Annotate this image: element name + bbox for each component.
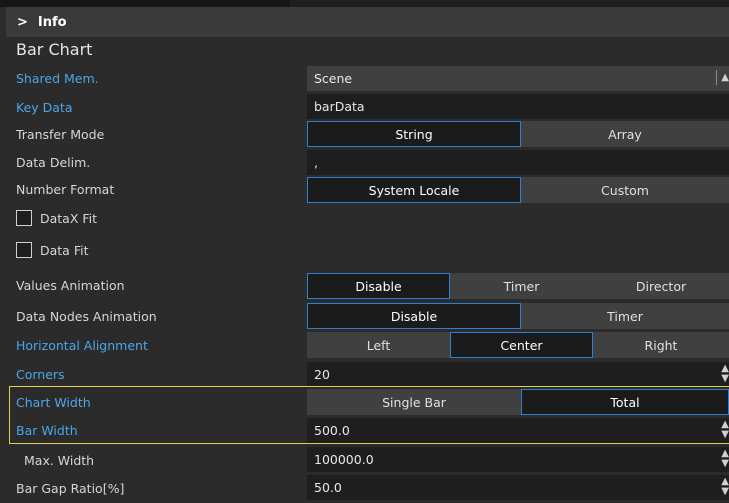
number-format-toggle: System Locale Custom — [307, 177, 729, 203]
spinner-arrows-icon[interactable]: ▲ ▼ — [721, 364, 729, 384]
values-animation-timer-button[interactable]: Timer — [450, 273, 593, 299]
max-width-value: 100000.0 — [314, 452, 374, 467]
corners-value: 20 — [314, 367, 330, 382]
chart-width-single-bar-button[interactable]: Single Bar — [307, 389, 521, 415]
data-delim-input[interactable]: , — [307, 150, 729, 175]
data-nodes-animation-toggle: Disable Timer — [307, 303, 729, 329]
bar-gap-ratio-input[interactable]: 50.0 ▲ ▼ — [307, 475, 729, 500]
data-nodes-animation-row: Data Nodes Animation — [16, 302, 157, 330]
bar-gap-ratio-row: Bar Gap Ratio[%] — [16, 474, 124, 502]
chart-width-total-button[interactable]: Total — [521, 389, 729, 415]
horizontal-alignment-right-button[interactable]: Right — [593, 332, 729, 358]
transfer-mode-array-button[interactable]: Array — [521, 121, 729, 147]
horizontal-alignment-toggle: Left Center Right — [307, 332, 729, 358]
corners-input[interactable]: 20 ▲ ▼ — [307, 362, 729, 387]
data-delim-value: , — [314, 155, 318, 170]
data-fit-checkbox[interactable] — [16, 242, 32, 258]
values-animation-toggle: Disable Timer Director — [307, 273, 729, 299]
key-data-value: barData — [314, 99, 365, 114]
section-title: Bar Chart — [16, 40, 93, 59]
transfer-mode-string-button[interactable]: String — [307, 121, 521, 147]
values-animation-row: Values Animation — [16, 271, 125, 299]
shared-mem-value: Scene — [314, 71, 353, 86]
corners-row: Corners — [16, 360, 65, 388]
max-width-row: Max. Width — [24, 446, 94, 474]
chevron-right-icon: > — [17, 14, 28, 30]
values-animation-disable-button[interactable]: Disable — [307, 273, 450, 299]
bar-width-value: 500.0 — [314, 423, 350, 438]
max-width-label: Max. Width — [24, 452, 95, 468]
key-data-row: Key Data — [16, 93, 72, 121]
key-data-input[interactable]: barData — [307, 94, 729, 119]
shared-mem-dropdown[interactable]: Scene ▲ — [307, 66, 729, 91]
bar-gap-ratio-value: 50.0 — [314, 480, 342, 495]
bar-width-label: Bar Width — [16, 422, 78, 438]
spinner-arrows-icon[interactable]: ▲ ▼ — [721, 477, 729, 497]
data-fit-label: Data Fit — [40, 242, 89, 258]
chart-width-row: Chart Width — [16, 388, 91, 416]
horizontal-alignment-row: Horizontal Alignment — [16, 331, 148, 359]
data-nodes-animation-disable-button[interactable]: Disable — [307, 303, 521, 329]
transfer-mode-toggle: String Array — [307, 121, 729, 147]
info-label: Info — [37, 14, 67, 30]
number-format-label: Number Format — [16, 181, 115, 197]
bar-width-row: Bar Width — [16, 416, 78, 444]
max-width-input[interactable]: 100000.0 ▲ ▼ — [307, 447, 729, 472]
data-delim-label: Data Delim. — [16, 154, 91, 170]
shared-mem-row: Shared Mem. — [16, 64, 99, 92]
transfer-mode-row: Transfer Mode — [16, 120, 104, 148]
bar-gap-ratio-label: Bar Gap Ratio[%] — [16, 480, 125, 496]
top-strip-dark — [0, 0, 290, 7]
horizontal-alignment-label: Horizontal Alignment — [16, 337, 148, 353]
horizontal-alignment-left-button[interactable]: Left — [307, 332, 450, 358]
datax-fit-row[interactable]: DataX Fit — [16, 204, 97, 232]
values-animation-label: Values Animation — [16, 277, 125, 293]
info-section-header[interactable]: > Info — [6, 7, 729, 37]
key-data-label: Key Data — [16, 99, 73, 115]
corners-label: Corners — [16, 366, 65, 382]
chart-width-label: Chart Width — [16, 394, 91, 410]
number-format-row: Number Format — [16, 175, 114, 203]
spinner-arrows-icon[interactable]: ▲ ▼ — [721, 449, 729, 469]
number-format-custom-button[interactable]: Custom — [521, 177, 729, 203]
values-animation-director-button[interactable]: Director — [593, 273, 729, 299]
shared-mem-label: Shared Mem. — [16, 70, 99, 86]
data-nodes-animation-label: Data Nodes Animation — [16, 308, 157, 324]
datax-fit-label: DataX Fit — [40, 210, 98, 226]
dropdown-arrows-icon[interactable]: ▲ — [716, 70, 729, 85]
data-delim-row: Data Delim. — [16, 148, 90, 176]
data-nodes-animation-timer-button[interactable]: Timer — [521, 303, 729, 329]
top-strip — [0, 0, 729, 7]
datax-fit-checkbox[interactable] — [16, 210, 32, 226]
transfer-mode-label: Transfer Mode — [16, 126, 105, 142]
horizontal-alignment-center-button[interactable]: Center — [450, 332, 593, 358]
bar-width-input[interactable]: 500.0 ▲ ▼ — [307, 418, 729, 443]
chart-width-toggle: Single Bar Total — [307, 389, 729, 415]
data-fit-row[interactable]: Data Fit — [16, 236, 88, 264]
number-format-system-locale-button[interactable]: System Locale — [307, 177, 521, 203]
spinner-arrows-icon[interactable]: ▲ ▼ — [721, 420, 729, 440]
